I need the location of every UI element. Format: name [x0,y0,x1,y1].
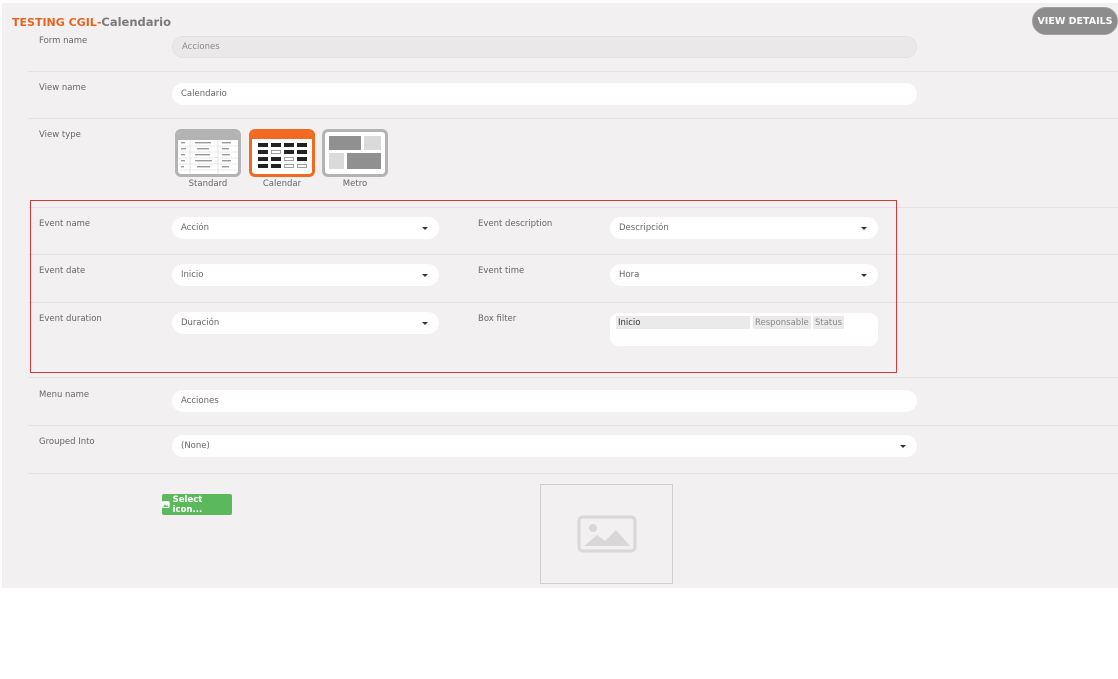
select-icon-label: Select icon... [172,494,203,515]
menu-name-label: Menu name [39,390,90,400]
divider [28,425,1118,426]
form-name-field: Acciones [172,36,917,58]
icon-preview [540,484,673,584]
divider [28,71,1118,72]
image-icon [162,501,170,508]
standard-table-icon [178,132,238,174]
divider [28,118,1118,119]
view-type-metro-label: Metro [342,179,368,189]
select-icon-button[interactable]: Select icon... [162,494,232,515]
view-type-standard[interactable] [175,129,241,177]
form-name-label: Form name [39,36,88,46]
view-type-metro[interactable] [322,129,388,177]
grouped-into-select[interactable]: (None) [172,435,917,457]
app-name: TESTING CGIL [12,16,97,29]
highlight-box [30,200,897,373]
calendar-icon [252,132,312,168]
view-name-title: Calendario [101,15,172,29]
menu-name-field[interactable]: Acciones [172,390,917,412]
divider [28,473,1118,474]
page-title: TESTING CGIL-Calendario [12,15,171,29]
view-name-label: View name [39,83,86,93]
metro-tiles-icon [329,136,381,169]
view-type-calendar-label: Calendar [262,179,302,189]
image-placeholder-icon [577,515,636,553]
grouped-into-label: Grouped Into [39,437,95,447]
view-type-calendar[interactable] [249,129,315,177]
view-name-field[interactable]: Calendario [172,83,917,105]
divider [28,377,1118,378]
view-type-standard-label: Standard [188,179,228,189]
view-type-label: View type [39,130,81,140]
view-details-button[interactable]: VIEW DETAILS [1032,7,1118,35]
